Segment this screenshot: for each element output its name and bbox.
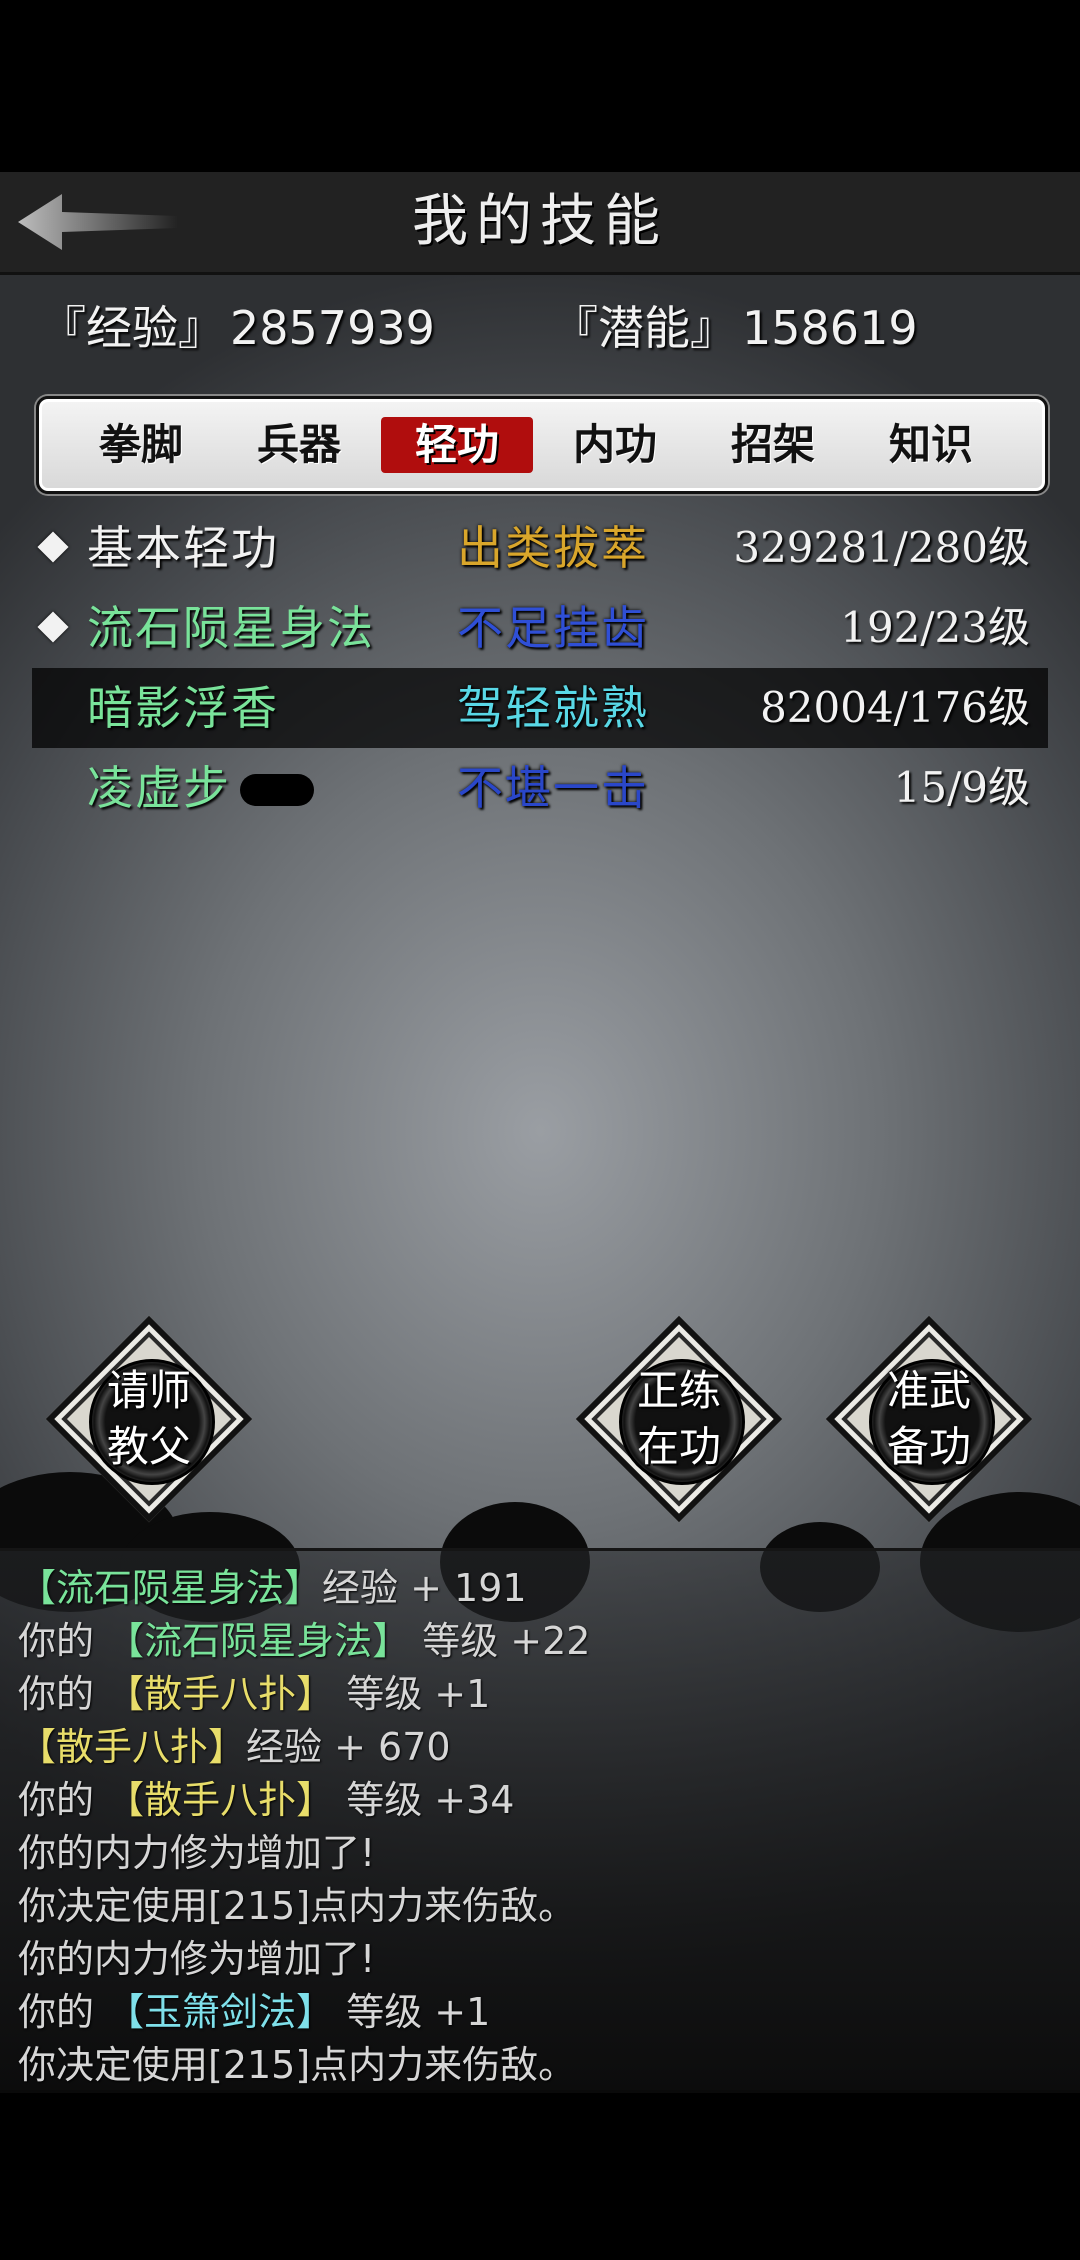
- log-line: 你的 【流石陨星身法】 等级 +22: [18, 1610, 590, 1665]
- skill-level: 329281/280级: [733, 523, 1030, 572]
- log-segment: 【散手八扑】: [18, 1725, 247, 1769]
- log-segment: 【流石陨星身法】: [106, 1619, 411, 1663]
- skill-list: 基本轻功 出类拔萃 329281/280级 流石陨星身法 不足挂齿 192/23…: [32, 508, 1048, 828]
- button-label-line1: 正练: [636, 1366, 721, 1415]
- tab-lightness[interactable]: 轻功: [381, 417, 533, 473]
- tab-weapon[interactable]: 兵器: [223, 417, 375, 473]
- experience-label: 『经验』: [40, 301, 224, 355]
- log-segment: 你的: [18, 1778, 107, 1822]
- button-label-line2: 在功: [636, 1422, 721, 1471]
- potential-label: 『潜能』: [552, 301, 736, 355]
- skill-rank: 不足挂齿: [457, 601, 649, 655]
- log-segment: 【散手八扑】: [106, 1672, 335, 1716]
- log-segment: 你的内力修为增加了!: [18, 1831, 376, 1875]
- skill-row[interactable]: 凌虚步 不堪一击 15/9级: [32, 748, 1048, 828]
- button-label-line1: 请师: [106, 1366, 191, 1415]
- skill-row[interactable]: 流石陨星身法 不足挂齿 192/23级: [32, 588, 1048, 668]
- log-segment: 等级 +1: [334, 1672, 491, 1716]
- log-line: 你的 【玉箫剑法】 等级 +1: [18, 1981, 490, 2036]
- button-label-line1: 准武: [886, 1366, 971, 1415]
- log-segment: 你的: [18, 1619, 107, 1663]
- log-segment: 你的: [18, 1990, 107, 2034]
- log-line: 【散手八扑】经验 + 670: [18, 1716, 451, 1771]
- equipped-marker-icon: [37, 531, 69, 563]
- log-line: 你决定使用[215]点内力来伤敌。: [18, 1875, 576, 1930]
- log-segment: 经验 + 191: [322, 1566, 527, 1610]
- log-segment: 【散手八扑】: [106, 1778, 335, 1822]
- log-segment: 你的: [18, 1672, 107, 1716]
- skill-level: 192/23级: [840, 603, 1030, 652]
- experience-value: 2857939: [230, 301, 435, 355]
- log-segment: 【流石陨星身法】: [18, 1566, 323, 1610]
- log-segment: 等级 +1: [334, 1990, 491, 2034]
- log-segment: 等级 +22: [410, 1619, 591, 1663]
- skill-name: 暗影浮香: [87, 681, 279, 735]
- log-segment: 等级 +34: [334, 1778, 515, 1822]
- skill-level: 82004/176级: [760, 683, 1030, 732]
- skill-rank: 出类拔萃: [457, 521, 649, 575]
- log-line: 你的内力修为增加了!: [18, 1928, 375, 1983]
- skill-category-tabs: 拳脚 兵器 轻功 内功 招架 知识: [36, 396, 1048, 494]
- experience-stat: 『经验』 2857939: [40, 292, 435, 358]
- tab-knowledge[interactable]: 知识: [855, 417, 1007, 473]
- button-label-line2: 教父: [106, 1422, 191, 1471]
- potential-value: 158619: [742, 301, 918, 355]
- tab-parry[interactable]: 招架: [697, 417, 849, 473]
- skill-rank: 驾轻就熟: [457, 681, 649, 735]
- log-line: 你的内力修为增加了!: [18, 1822, 375, 1877]
- ask-master-button[interactable]: 请师 教父: [45, 1315, 253, 1523]
- skill-name: 凌虚步: [87, 761, 231, 815]
- skill-level: 15/9级: [893, 763, 1030, 812]
- prepare-skill-button[interactable]: 准武 备功: [825, 1315, 1033, 1523]
- log-line: 你的 【散手八扑】 等级 +1: [18, 1663, 490, 1718]
- stats-row: 『经验』 2857939 『潜能』 158619: [0, 292, 1080, 362]
- tab-fist[interactable]: 拳脚: [65, 417, 217, 473]
- log-segment: 你决定使用[215]点内力来伤敌。: [18, 2043, 577, 2087]
- top-bar: 我的技能: [0, 172, 1080, 275]
- log-line: 你决定使用[215]点内力来伤敌。: [18, 2034, 576, 2089]
- equipped-marker-icon: [37, 611, 69, 643]
- potential-stat: 『潜能』 158619: [552, 292, 918, 358]
- skill-name: 基本轻功: [87, 521, 279, 575]
- skill-rank: 不堪一击: [457, 761, 649, 815]
- log-line: 【流石陨星身法】经验 + 191: [18, 1557, 527, 1612]
- log-segment: 你决定使用[215]点内力来伤敌。: [18, 1884, 577, 1928]
- message-log[interactable]: 【流石陨星身法】经验 + 191 你的 【流石陨星身法】 等级 +22 你的 【…: [0, 1548, 1080, 2093]
- skill-row[interactable]: 基本轻功 出类拔萃 329281/280级: [32, 508, 1048, 588]
- log-line: 你的 【散手八扑】 等级 +34: [18, 1769, 514, 1824]
- tab-inner[interactable]: 内功: [539, 417, 691, 473]
- redaction-mark: [240, 774, 314, 806]
- skill-row[interactable]: 暗影浮香 驾轻就熟 82004/176级: [32, 668, 1048, 748]
- practice-button[interactable]: 正练 在功: [575, 1315, 783, 1523]
- log-segment: 你的内力修为增加了!: [18, 1937, 376, 1981]
- log-segment: 【玉箫剑法】: [106, 1990, 335, 2034]
- back-arrow-icon[interactable]: [18, 190, 178, 254]
- log-segment: 经验 + 670: [246, 1725, 451, 1769]
- button-label-line2: 备功: [886, 1422, 971, 1471]
- skill-name: 流石陨星身法: [87, 601, 375, 655]
